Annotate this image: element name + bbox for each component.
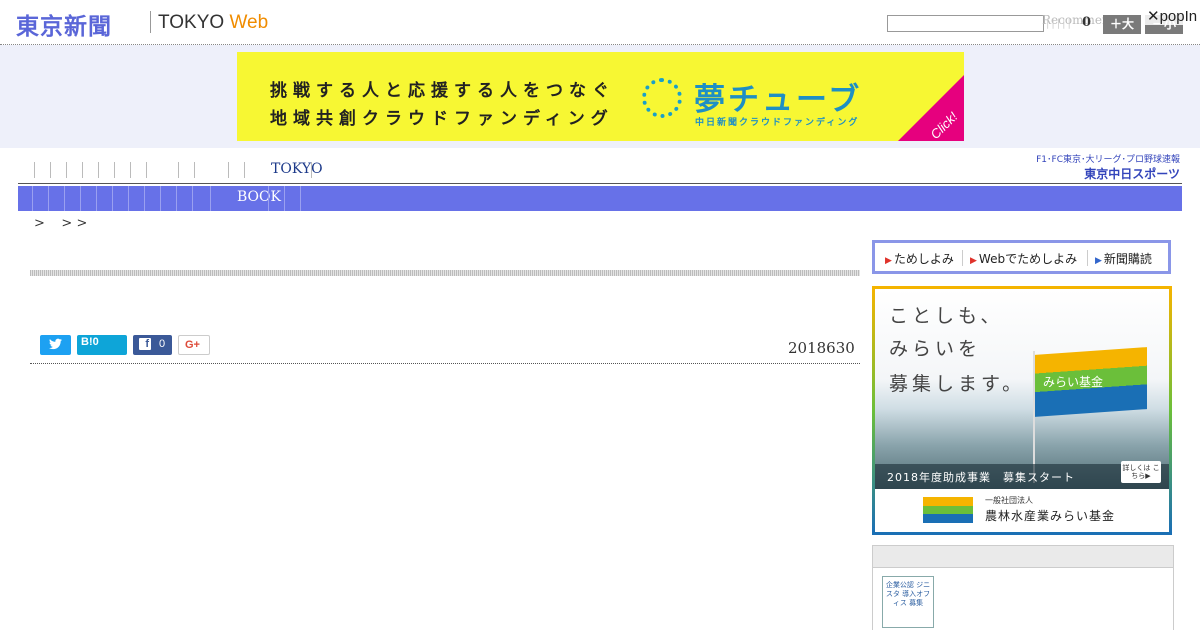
nav-divider <box>98 162 99 178</box>
nav-divider <box>66 162 67 178</box>
triangle-right-icon: ▶ <box>970 256 977 266</box>
site-header: 東京新聞 TOKYO Web Recommend ||||| 0 ＋大 －小 ✕… <box>0 0 1200 45</box>
facebook-share-count: 0 <box>159 338 166 350</box>
logo-tokyo-text: TOKYO <box>158 12 225 33</box>
tokyo-web-logo[interactable]: TOKYO Web <box>158 12 268 34</box>
nav-divider <box>32 186 33 211</box>
article-title-rule <box>30 270 860 276</box>
flag-label: みらい基金 <box>1043 375 1104 389</box>
chunichi-logo: 東京中日スポーツ <box>1084 167 1180 181</box>
nav-divider <box>210 186 211 211</box>
banner-area: 挑戦する人と応援する人をつなぐ 地域共創クラウドファンディング 夢チューブ 中日… <box>0 45 1200 148</box>
ad-footer: 一般社団法人 農林水産業みらい基金 <box>875 489 1169 532</box>
facebook-icon: f <box>139 338 151 350</box>
ad-copy-line-2: みらいを <box>889 338 982 360</box>
logo-web-text: Web <box>229 12 269 33</box>
banner-brand: 夢チューブ <box>694 82 863 118</box>
nav-divider <box>34 162 35 178</box>
banner-line-1: 挑戦する人と応援する人をつなぐ <box>270 81 615 101</box>
hatena-bookmark-button[interactable]: B!0 <box>77 335 127 355</box>
nav-divider <box>284 186 285 211</box>
nav-divider <box>50 162 51 178</box>
font-size-large-button[interactable]: ＋大 <box>1103 15 1141 34</box>
banner-brand-sub: 中日新聞クラウドファンディング <box>695 118 860 128</box>
link-divider <box>962 250 963 266</box>
nav-divider <box>48 186 49 211</box>
nav-divider <box>112 186 113 211</box>
nav-divider <box>128 186 129 211</box>
subscription-links-box: ▶ ためしよみ ▶ Webでためしよみ ▶ 新聞購読 <box>872 240 1171 274</box>
nav-divider <box>64 186 65 211</box>
twitter-icon <box>49 338 62 350</box>
primary-nav: TOKYO <box>18 158 1182 184</box>
nav-item-tokyo[interactable]: TOKYO <box>271 161 323 177</box>
mirai-logo-flag-icon <box>923 497 973 523</box>
header-divider-ticks: ||||| <box>1046 18 1073 29</box>
ad-copy-line-3: 募集します。 <box>889 373 1026 395</box>
sidebar-panel-header <box>873 546 1173 568</box>
nav-divider <box>244 162 245 178</box>
site-logo[interactable]: 東京新聞 <box>16 7 112 41</box>
nav-divider <box>178 162 179 178</box>
header-count: 0 <box>1082 15 1092 30</box>
nav-divider <box>130 162 131 178</box>
crowdfunding-banner[interactable]: 挑戦する人と応援する人をつなぐ 地域共創クラウドファンディング 夢チューブ 中日… <box>237 52 964 141</box>
nav-divider <box>176 186 177 211</box>
chunichi-sports-link[interactable]: F1･FC東京･大リーグ･プロ野球速報 東京中日スポーツ <box>1024 152 1180 182</box>
google-plus-share-button[interactable]: G+ <box>178 335 210 355</box>
twitter-share-button[interactable] <box>40 335 71 355</box>
mirai-fund-ad[interactable]: ことしも、 みらいを 募集します。 みらい基金 2018年度助成事業 募集スター… <box>872 286 1172 535</box>
ad-announcement-text: 2018年度助成事業 募集スタート <box>887 471 1075 484</box>
subscribe-link[interactable]: ▶ 新聞購読 <box>1095 250 1152 267</box>
nav-divider <box>311 162 312 178</box>
sidebar-panel: 企業公認 ジニスタ 導入オフィス 募集 <box>872 545 1174 630</box>
ad-copy-line-1: ことしも、 <box>889 305 1004 327</box>
logo-divider <box>150 11 151 33</box>
banner-line-2: 地域共創クラウドファンディング <box>270 109 614 129</box>
org-type: 一般社団法人 <box>985 496 1033 505</box>
yume-tube-logo-icon <box>642 78 682 118</box>
nav-divider <box>114 162 115 178</box>
popin-close-button[interactable]: ✕popIn <box>1144 7 1200 25</box>
breadcrumb[interactable]: > > > <box>34 216 87 231</box>
triangle-right-icon: ▶ <box>885 256 892 266</box>
nav-divider <box>82 162 83 178</box>
tameshiyomi-label: ためしよみ <box>893 252 954 266</box>
category-nav: BOOK <box>18 186 1182 211</box>
chunichi-tagline: F1･FC東京･大リーグ･プロ野球速報 <box>1036 155 1180 165</box>
ad-details-button[interactable]: 詳しくは こちら▶ <box>1121 461 1161 483</box>
nav-divider <box>300 186 301 211</box>
tameshiyomi-link[interactable]: ▶ ためしよみ <box>885 250 954 267</box>
web-tameshiyomi-link[interactable]: ▶ Webでためしよみ <box>970 250 1077 267</box>
article-divider <box>30 363 860 364</box>
triangle-right-icon: ▶ <box>1095 256 1102 266</box>
subscribe-label: 新聞購読 <box>1103 252 1152 266</box>
nav-divider <box>228 162 229 178</box>
facebook-share-button[interactable]: f 0 <box>133 335 172 355</box>
nav-divider <box>146 162 147 178</box>
google-plus-label: G+ <box>185 339 200 351</box>
nav-divider <box>268 186 269 211</box>
web-tameshiyomi-label: Webでためしよみ <box>978 252 1078 266</box>
article-date: 2018630 <box>788 339 855 357</box>
page: 東京新聞 TOKYO Web Recommend ||||| 0 ＋大 －小 ✕… <box>0 0 1200 630</box>
nav-divider <box>80 186 81 211</box>
org-name: 農林水産業みらい基金 <box>985 509 1116 523</box>
nav-divider <box>144 186 145 211</box>
nav-divider <box>192 186 193 211</box>
search-input[interactable] <box>887 15 1044 32</box>
hatena-bookmark-label: B!0 <box>81 336 99 348</box>
nav-divider <box>194 162 195 178</box>
nav-item-book[interactable]: BOOK <box>237 189 281 205</box>
nav-divider <box>160 186 161 211</box>
link-divider <box>1087 250 1088 266</box>
office-recruitment-badge[interactable]: 企業公認 ジニスタ 導入オフィス 募集 <box>882 576 934 628</box>
nav-divider <box>96 186 97 211</box>
